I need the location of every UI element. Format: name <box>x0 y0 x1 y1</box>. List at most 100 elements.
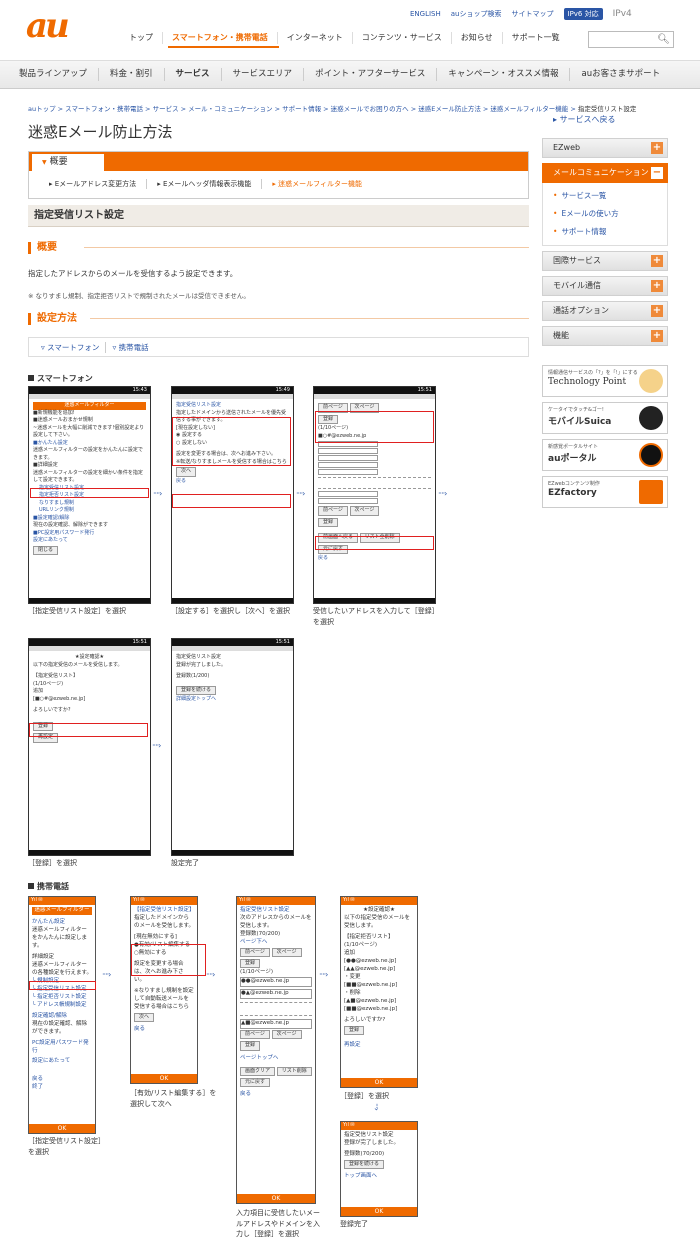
topnav-internet[interactable]: インターネット <box>276 32 352 44</box>
plus-icon[interactable]: + <box>651 305 663 317</box>
screen-button: リスト削除 <box>276 1066 312 1076</box>
breadcrumb-path[interactable]: auトップ > スマートフォン・携帯電話 > サービス > メール・コミュニケー… <box>28 105 576 113</box>
screen-button: 次ページ <box>271 1030 302 1040</box>
keitai-status: Yıl ✉ <box>341 1122 417 1130</box>
highlight-box <box>315 536 434 550</box>
au-logo[interactable]: au <box>26 8 86 44</box>
sitemap-link[interactable]: サイトマップ <box>512 9 554 19</box>
screen-button: 次ページ <box>271 947 302 958</box>
screen-link: 終了 <box>32 1084 44 1091</box>
back-to-service-link[interactable]: ▸ サービスへ戻る <box>553 114 616 125</box>
topnav-support[interactable]: サポート一覧 <box>501 32 569 44</box>
step-arrow: ····› <box>102 970 111 979</box>
screen-button: 登録を続ける <box>344 1159 385 1170</box>
dog-icon <box>639 443 663 467</box>
highlight-box <box>172 417 291 466</box>
sidebar: EZweb+ メールコミュニケーション− サービス一覧 Eメールの使い方 サポー… <box>542 138 668 513</box>
subnav-price[interactable]: 料金・割引 <box>98 68 164 81</box>
step-arrow: ····› <box>319 970 328 979</box>
shop-search-link[interactable]: auショップ検索 <box>451 9 502 19</box>
screen-line: ・変更 <box>344 973 361 980</box>
device-link-smartphone[interactable]: ▿ スマートフォン <box>35 342 105 353</box>
step-caption: ［有効/リスト編集する］を選択して次へ <box>130 1089 217 1108</box>
subnav-customer-support[interactable]: auお客さまサポート <box>569 68 671 81</box>
screen-link: かんたん設定 <box>32 918 66 925</box>
keitai-screen-3: Yıl ✉ 指定受信リスト設定 次のアドレスからのメールを受信します。 登録数(… <box>236 896 316 1204</box>
english-link[interactable]: ENGLISH <box>410 10 441 18</box>
minus-icon[interactable]: − <box>651 167 663 179</box>
sidebar-item-ezweb[interactable]: EZweb + <box>542 138 668 158</box>
screen-header: 迷惑メールフィルター <box>32 907 92 915</box>
step-caption: 受信したいアドレスを入力して［登録］を選択 <box>313 607 436 626</box>
screen-break <box>318 477 431 489</box>
topnav-top[interactable]: トップ <box>120 32 162 44</box>
email-change-link[interactable]: ▸ Eメールアドレス変更方法 <box>39 179 146 189</box>
sidebar-submenu: サービス一覧 Eメールの使い方 サポート情報 <box>542 183 668 246</box>
sidebar-item-mail[interactable]: メールコミュニケーション − <box>542 163 668 183</box>
screen-link: 詳細設定トップへ <box>176 696 217 702</box>
address-input <box>318 498 378 504</box>
screen-line: 追加 <box>33 688 44 694</box>
step-arrow: ····› <box>296 489 305 498</box>
email-header-link[interactable]: ▸ Eメールヘッダ情報表示機能 <box>146 179 261 189</box>
sidebar-item-call-options[interactable]: 通話オプション + <box>542 301 668 321</box>
subnav-service[interactable]: サービス <box>163 68 221 81</box>
step-caption: ［登録］を選択 <box>28 859 77 867</box>
screen-line: 【指定拒否リスト】 <box>344 933 394 940</box>
subnav-campaign[interactable]: キャンペーン・オススメ情報 <box>436 68 569 81</box>
screen-button: 前ページ <box>318 506 348 516</box>
search-input[interactable]: 🔍︎ <box>588 31 674 48</box>
top-navigation: トップ スマートフォン・携帯電話 インターネット コンテンツ・サービス お知らせ… <box>120 28 569 48</box>
screen-line: ~迷惑メールを大幅に削減できます!個別設定より設定して下さい。 <box>33 424 145 439</box>
keitai-status: Yıl ✉ <box>29 897 95 905</box>
search-icon[interactable]: 🔍︎ <box>657 34 670 45</box>
plus-icon[interactable]: + <box>651 330 663 342</box>
screen-link: 設定確認/解除 <box>32 1012 67 1019</box>
sidebar-item-international[interactable]: 国際サービス + <box>542 251 668 271</box>
screen-button: 次ページ <box>349 506 380 516</box>
topnav-smartphone[interactable]: スマートフォン・携帯電話 <box>162 32 277 44</box>
step-arrow: ····› <box>153 489 162 498</box>
topnav-contents[interactable]: コンテンツ・サービス <box>351 32 451 44</box>
sidebar-item-mobile-data[interactable]: モバイル通信 + <box>542 276 668 296</box>
screen-link: ページトップへ <box>240 1054 279 1061</box>
keitai-screen-4: Yıl ✉ ★設定確認★ 以下の指定受信のメールを受信します。 【指定拒否リスト… <box>340 896 418 1088</box>
screen-link: └ 指定拒否リスト設定 <box>32 993 87 1000</box>
status-time: 15:51 <box>172 639 293 646</box>
screen-button: 次へ <box>134 1012 155 1022</box>
banner-mobile-suica[interactable]: ケータイでタッチ&ゴー! モバイルSuica <box>542 402 668 434</box>
status-time: 15:51 <box>29 639 150 646</box>
keitai-footer: OK <box>29 1124 95 1133</box>
step-caption: 入力項目に受信したいメールアドレスやドメインを入力し［登録］を選択 <box>236 1209 320 1238</box>
subnav-lineup[interactable]: 製品ラインアップ <box>8 68 98 81</box>
address-input <box>318 462 378 468</box>
banner-au-portal[interactable]: 新感覚ポータルサイト auポータル <box>542 439 668 471</box>
breadcrumb[interactable]: auトップ > スマートフォン・携帯電話 > サービス > メール・コミュニケー… <box>28 103 678 113</box>
address-input <box>318 469 378 475</box>
subnav-area[interactable]: サービスエリア <box>220 68 304 81</box>
breadcrumb-current: 指定受信リスト設定 <box>577 105 637 113</box>
screen-line: ■迷惑メールおまかせ規制 <box>33 417 93 423</box>
banner-ezfactory[interactable]: EZwebコンテンツ制作 EZfactory <box>542 476 668 508</box>
screen-button: 画面クリア <box>240 1066 276 1076</box>
sidebar-sub-support[interactable]: サポート情報 <box>553 223 657 241</box>
screen-line: [●●@ezweb.ne.jp] <box>344 957 397 964</box>
sidebar-sub-email-usage[interactable]: Eメールの使い方 <box>553 205 657 223</box>
screen-line: 迷惑メールフィルターの各種設定を行えます。 <box>32 961 92 976</box>
subnav-point[interactable]: ポイント・アフターサービス <box>303 68 436 81</box>
spam-filter-link[interactable]: ▸ 迷惑メールフィルター機能 <box>261 179 372 189</box>
status-time: 15:51 <box>314 387 435 394</box>
status-time: 15:49 <box>172 387 293 394</box>
step-caption: 設定完了 <box>171 859 199 867</box>
plus-icon[interactable]: + <box>651 280 663 292</box>
banner-technology-point[interactable]: 情報通信サービスの「?」を「!」にする Technology Point <box>542 365 668 397</box>
sidebar-item-features[interactable]: 機能 + <box>542 326 668 346</box>
topnav-news[interactable]: お知らせ <box>450 32 502 44</box>
screen-link: なりすまし規制 <box>39 499 75 506</box>
overview-tab[interactable]: 概要 <box>32 154 104 171</box>
device-link-keitai[interactable]: ▿ 携帯電話 <box>105 341 154 353</box>
screen-line: ・削除 <box>344 989 361 996</box>
plus-icon[interactable]: + <box>651 142 663 154</box>
plus-icon[interactable]: + <box>651 255 663 267</box>
sidebar-sub-service-list[interactable]: サービス一覧 <box>553 187 657 205</box>
